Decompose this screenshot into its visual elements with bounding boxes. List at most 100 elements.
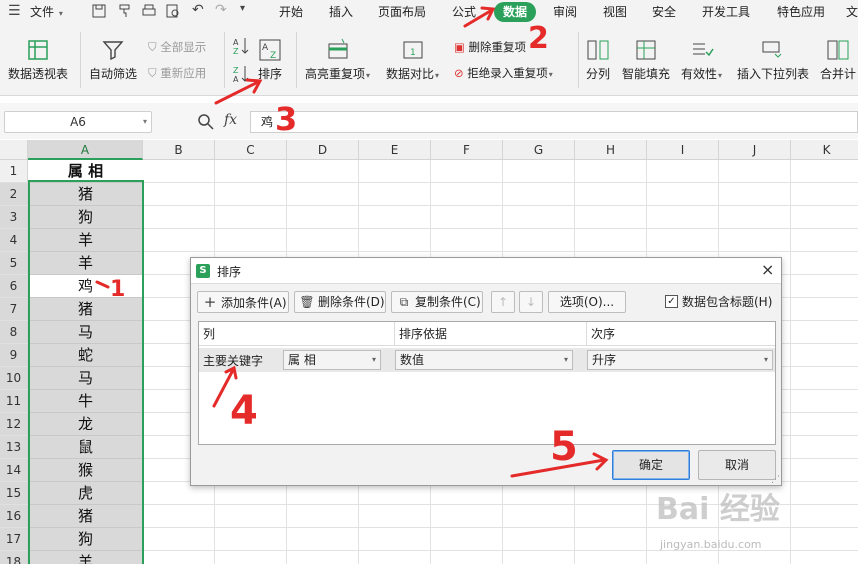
row-header-5[interactable]: 5 — [0, 252, 28, 275]
row-header-7[interactable]: 7 — [0, 298, 28, 321]
smart-fill-button[interactable]: 智能填充 — [622, 38, 670, 82]
redo-icon[interactable]: ↷ — [215, 2, 229, 18]
fx-icon[interactable]: fx — [224, 112, 237, 128]
row-header-14[interactable]: 14 — [0, 459, 28, 482]
ok-button[interactable]: 确定 — [612, 450, 690, 480]
close-icon[interactable]: × — [761, 261, 774, 279]
remove-duplicates-button[interactable]: ▣ 删除重复项 — [454, 38, 526, 56]
column-header-d[interactable]: D — [287, 140, 359, 160]
chevron-down-icon[interactable]: ▾ — [143, 112, 147, 132]
column-header-f[interactable]: F — [431, 140, 503, 160]
tab-view[interactable]: 视图 — [603, 2, 627, 22]
column-header-g[interactable]: G — [503, 140, 575, 160]
hamburger-menu-icon[interactable]: ☰ — [8, 3, 22, 19]
move-up-button[interactable]: ↑ — [491, 291, 515, 313]
show-all-button[interactable]: ⛉ 全部显示 — [148, 38, 206, 56]
sort-button[interactable]: AZ 排序 — [258, 38, 282, 82]
cell-a10[interactable]: 马 — [28, 367, 143, 390]
validity-button[interactable]: 有效性▾ — [681, 38, 722, 82]
row-header-1[interactable]: 1 — [0, 160, 28, 183]
tab-insert[interactable]: 插入 — [329, 2, 353, 22]
reapply-button[interactable]: ⛉ 重新应用 — [148, 64, 206, 82]
cancel-button[interactable]: 取消 — [698, 450, 776, 480]
cell-a4[interactable]: 羊 — [28, 229, 143, 252]
name-box[interactable]: A6 ▾ — [4, 111, 152, 133]
has-header-checkbox[interactable]: ✓ — [665, 295, 678, 308]
row-header-12[interactable]: 12 — [0, 413, 28, 436]
tab-page-layout[interactable]: 页面布局 — [378, 2, 426, 22]
cell-a13[interactable]: 鼠 — [28, 436, 143, 459]
save-icon[interactable] — [92, 4, 106, 18]
order-select[interactable]: 升序 ▾ — [587, 350, 773, 370]
sort-ascending-icon[interactable]: AZ — [233, 36, 249, 56]
cell-a16[interactable]: 猪 — [28, 505, 143, 528]
row-header-13[interactable]: 13 — [0, 436, 28, 459]
insert-dropdown-list-button[interactable]: 插入下拉列表 — [737, 38, 809, 82]
cell-a5[interactable]: 羊 — [28, 252, 143, 275]
autofilter-button[interactable]: 自动筛选 — [89, 38, 137, 82]
formula-input[interactable]: 鸡 — [250, 111, 858, 133]
customize-chevron-icon[interactable]: ▾ — [240, 3, 254, 17]
sort-basis-select[interactable]: 数值 ▾ — [395, 350, 573, 370]
cell-a7[interactable]: 猪 — [28, 298, 143, 321]
file-menu[interactable]: 文件 ▾ — [30, 2, 63, 22]
row-header-17[interactable]: 17 — [0, 528, 28, 551]
delete-condition-button[interactable]: 🗑 删除条件(D) — [294, 291, 386, 313]
row-header-8[interactable]: 8 — [0, 321, 28, 344]
print-icon[interactable] — [142, 4, 156, 18]
row-header-18[interactable]: 18 — [0, 551, 28, 564]
tab-review[interactable]: 审阅 — [553, 2, 577, 22]
condition-row[interactable]: 主要关键字 属 相 ▾ 数值 ▾ 升序 ▾ — [199, 348, 775, 372]
cell-a3[interactable]: 狗 — [28, 206, 143, 229]
cell-a18[interactable]: 羊 — [28, 551, 143, 564]
cell-a15[interactable]: 虎 — [28, 482, 143, 505]
print-preview-icon[interactable] — [166, 4, 180, 18]
resize-grip-icon[interactable]: ⋰ — [771, 475, 780, 485]
row-header-16[interactable]: 16 — [0, 505, 28, 528]
options-button[interactable]: 选项(O)... — [548, 291, 626, 313]
column-header-j[interactable]: J — [719, 140, 791, 160]
data-compare-button[interactable]: 1 数据对比▾ — [386, 38, 439, 82]
tab-more[interactable]: 文 — [846, 2, 858, 22]
select-all-corner[interactable] — [0, 140, 28, 160]
cell-a12[interactable]: 龙 — [28, 413, 143, 436]
tab-start[interactable]: 开始 — [279, 2, 303, 22]
reject-duplicates-button[interactable]: ⊘ 拒绝录入重复项▾ — [454, 64, 553, 82]
row-header-4[interactable]: 4 — [0, 229, 28, 252]
cell-a17[interactable]: 狗 — [28, 528, 143, 551]
merge-calc-button[interactable]: 合并计 — [820, 38, 856, 82]
column-header-k[interactable]: K — [791, 140, 858, 160]
copy-condition-button[interactable]: ⧉ 复制条件(C) — [391, 291, 483, 313]
column-header-h[interactable]: H — [575, 140, 647, 160]
cell-a6[interactable]: 鸡 — [28, 275, 143, 298]
sort-descending-icon[interactable]: ZA — [233, 64, 249, 84]
split-column-button[interactable]: 分列 — [586, 38, 610, 82]
column-header-c[interactable]: C — [215, 140, 287, 160]
row-header-6[interactable]: 6 — [0, 275, 28, 298]
row-header-3[interactable]: 3 — [0, 206, 28, 229]
cell-a9[interactable]: 蛇 — [28, 344, 143, 367]
column-header-a[interactable]: A — [28, 140, 143, 160]
format-painter-icon[interactable] — [118, 4, 132, 18]
cell-a8[interactable]: 马 — [28, 321, 143, 344]
row-header-9[interactable]: 9 — [0, 344, 28, 367]
add-condition-button[interactable]: + 添加条件(A) — [197, 291, 289, 313]
zoom-icon[interactable] — [197, 113, 215, 131]
column-header-e[interactable]: E — [359, 140, 431, 160]
cell-a11[interactable]: 牛 — [28, 390, 143, 413]
tab-special[interactable]: 特色应用 — [777, 2, 825, 22]
column-header-i[interactable]: I — [647, 140, 719, 160]
tab-formula[interactable]: 公式 — [452, 2, 476, 22]
cell-a2[interactable]: 猪 — [28, 183, 143, 206]
row-header-15[interactable]: 15 — [0, 482, 28, 505]
column-select[interactable]: 属 相 ▾ — [283, 350, 381, 370]
tab-data[interactable]: 数据 — [494, 2, 537, 22]
move-down-button[interactable]: ↓ — [519, 291, 543, 313]
cell-a14[interactable]: 猴 — [28, 459, 143, 482]
tab-security[interactable]: 安全 — [652, 2, 676, 22]
column-header-b[interactable]: B — [143, 140, 215, 160]
undo-icon[interactable]: ↶ — [192, 2, 206, 18]
tab-developer[interactable]: 开发工具 — [702, 2, 750, 22]
row-header-10[interactable]: 10 — [0, 367, 28, 390]
row-header-2[interactable]: 2 — [0, 183, 28, 206]
